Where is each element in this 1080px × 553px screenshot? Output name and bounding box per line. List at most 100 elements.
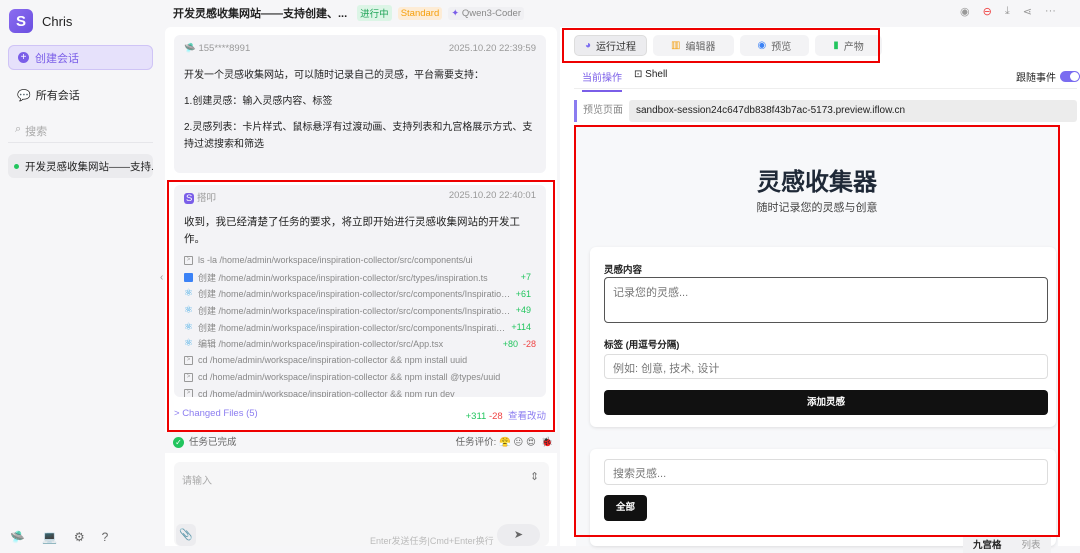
editor-icon: ▥ [671, 40, 681, 51]
message-paragraph: 开发一个灵感收集网站，可以随时记录自己的灵感，平台需要支持： [184, 70, 484, 81]
new-chat-label: 创建会话 [35, 52, 79, 65]
preview-title: 灵感收集器 [757, 169, 877, 196]
action-item[interactable]: ⚛ 创建 /home/admin/workspace/inspiration-co… [184, 319, 536, 336]
total-additions: +311 [465, 411, 487, 422]
action-item[interactable]: ⚛ 创建 /home/admin/workspace/inspiration-co… [184, 285, 536, 302]
search-inspiration-input[interactable]: 搜索灵感... [604, 459, 1048, 485]
stop-icon[interactable]: ⊖ [983, 5, 992, 18]
agent-name: S 搭叩 [184, 193, 216, 204]
filter-all-button[interactable]: 全部 [604, 495, 647, 521]
laptop-icon[interactable]: 💻 [42, 530, 57, 544]
react-icon: ⚛ [184, 338, 193, 350]
agent-logo-icon: S [184, 193, 195, 204]
add-inspiration-button[interactable]: 添加灵感 [604, 390, 1048, 415]
action-text: 编辑 /home/admin/workspace/inspiration-col… [198, 339, 444, 350]
sidebar-footer: 🛸 💻 ⚙? [10, 530, 108, 544]
gear-icon[interactable]: ⚙ [74, 530, 85, 544]
action-text: cd /home/admin/workspace/inspiration-col… [198, 388, 455, 397]
sidebar [0, 0, 163, 546]
user-name: Chris [42, 14, 73, 29]
download-icon[interactable]: ⤓ [1005, 5, 1010, 18]
react-icon: ⚛ [184, 321, 193, 333]
help-icon[interactable]: ? [102, 530, 109, 544]
tags-input[interactable]: 例如: 创意, 技术, 设计 [604, 354, 1048, 379]
additions: +7 [520, 272, 531, 283]
top-actions: ◉ ⊖ ⤓ ⋖ ··· [960, 5, 1056, 18]
additions: +114 [511, 322, 531, 333]
action-item[interactable]: > cd /home/admin/workspace/inspiration-co… [184, 369, 536, 386]
content-textarea[interactable]: 记录您的灵感... [604, 277, 1048, 323]
check-icon: ✓ [173, 437, 184, 448]
action-item[interactable]: > ls -la /home/admin/workspace/inspiratio… [184, 252, 536, 269]
additions: +80 [502, 338, 518, 349]
more-icon[interactable]: ··· [1045, 5, 1056, 18]
model-badge: ✦ Qwen3-Coder [448, 6, 524, 20]
action-item[interactable]: ⚛ 创建 /home/admin/workspace/inspiration-co… [184, 302, 536, 319]
tab-artifacts[interactable]: ▮ 产物 [815, 35, 882, 56]
action-item[interactable]: > cd /home/admin/workspace/inspiration-co… [184, 386, 536, 397]
ts-icon [184, 272, 193, 282]
view-grid-button[interactable]: 九宫格 [963, 535, 1012, 553]
page-title: 开发灵感收集网站——支持创建、... [173, 8, 348, 20]
url-label: 预览页面 [574, 100, 629, 122]
user-id: 🛸 155****8991 [184, 43, 251, 54]
chat-bubble-icon: 💬 [17, 89, 31, 102]
react-icon: ⚛ [184, 304, 193, 316]
all-chats-link[interactable]: 💬 所有会话 [17, 87, 80, 103]
url-field[interactable]: sandbox-session24c647db838f43b7ac-5173.p… [629, 100, 1077, 122]
collapse-handle[interactable]: ‹ [160, 272, 163, 283]
new-chat-button[interactable]: + 创建会话 [8, 45, 153, 70]
eye-icon: ◉ [757, 40, 767, 51]
model-icon: ✦ [451, 7, 462, 19]
chat-header: 开发灵感收集网站——支持创建、... 进行中 Standard ✦ Qwen3-… [173, 5, 524, 21]
follow-label: 跟随事件 [1016, 73, 1056, 84]
action-text: 创建 /home/admin/workspace/inspiration-col… [198, 272, 488, 283]
tab-editor[interactable]: ▥ 编辑器 [653, 35, 734, 56]
action-item[interactable]: 创建 /home/admin/workspace/inspiration-col… [184, 269, 536, 286]
bug-icon[interactable]: 🐞 [541, 437, 553, 448]
timestamp: 2025.10.20 22:39:59 [448, 43, 536, 54]
rating-bad-icon[interactable]: 😤 [499, 437, 511, 448]
agent-reply-text: 收到，我已经清楚了任务的要求，将立即开始进行灵感收集网站的开发工作。 [184, 216, 520, 245]
changed-files-toggle[interactable]: > Changed Files (5) [174, 408, 258, 422]
session-item[interactable]: 开发灵感收集网站——支持... [8, 154, 153, 178]
artifact-icon: ▮ [833, 40, 839, 51]
deletions: -28 [522, 338, 536, 349]
divider [8, 142, 153, 143]
view-list-button[interactable]: 列表 [1011, 535, 1051, 553]
share-icon[interactable]: ⋖ [1023, 5, 1032, 18]
total-deletions: -28 [488, 411, 503, 422]
react-icon: ⚛ [184, 288, 193, 300]
task-status-bar: ✓ 任务已完成 任务评价: 😤 😐 😍 🐞 [173, 434, 553, 448]
rating-neutral-icon[interactable]: 😐 [513, 437, 523, 448]
tags-label: 标签 (用逗号分隔) [604, 340, 680, 351]
action-item[interactable]: ⚛ 编辑 /home/admin/workspace/inspiration-co… [184, 335, 536, 352]
status-badge: 进行中 [357, 5, 392, 21]
preview-url-bar: 预览页面 sandbox-session24c647db838f43b7ac-51… [574, 100, 1077, 122]
action-text: ls -la /home/admin/workspace/inspiration… [198, 255, 473, 266]
action-list: > ls -la /home/admin/workspace/inspiratio… [184, 252, 536, 397]
session-title: 开发灵感收集网站——支持... [25, 160, 153, 173]
changed-files-bar: > Changed Files (5) +311 -28 查看改动 [174, 408, 546, 422]
expand-icon[interactable]: ⇕ [530, 470, 539, 483]
sidebar-search[interactable]: ⌕ 搜索 [15, 123, 47, 139]
rating-good-icon[interactable]: 😍 [526, 437, 536, 448]
action-item[interactable]: > cd /home/admin/workspace/inspiration-co… [184, 352, 536, 369]
follow-toggle[interactable] [1060, 71, 1080, 82]
model-name: Qwen3-Coder [461, 7, 521, 19]
tab-process[interactable]: ◕ 运行过程 [574, 35, 648, 56]
wechat-icon[interactable]: ◉ [960, 5, 970, 18]
input-hint: Enter发送任务|Cmd+Enter换行 [370, 536, 494, 546]
view-changes-link[interactable]: 查看改动 [508, 411, 546, 422]
tab-preview[interactable]: ◉ 预览 [739, 35, 810, 56]
plus-icon: + [18, 52, 29, 63]
action-text: 创建 /home/admin/workspace/inspiration-col… [198, 305, 511, 316]
content-label: 灵感内容 [604, 265, 643, 276]
all-chats-label: 所有会话 [35, 90, 80, 102]
follow-events: 跟随事件 [1016, 69, 1080, 84]
additions: +49 [515, 305, 531, 316]
attach-button[interactable]: 📎 [176, 524, 196, 546]
avatar[interactable]: 🛸 [10, 530, 25, 544]
send-button[interactable]: ➤ [497, 524, 540, 546]
action-text: cd /home/admin/workspace/inspiration-col… [198, 372, 501, 383]
